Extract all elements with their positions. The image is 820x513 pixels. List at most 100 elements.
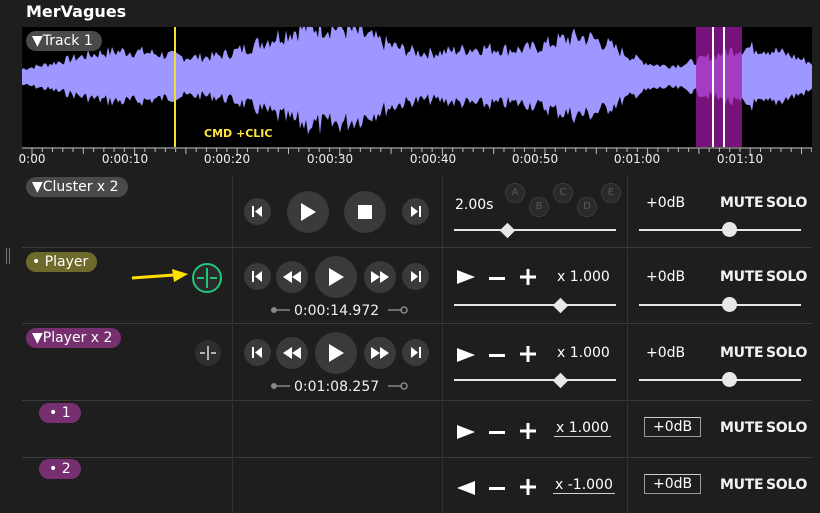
play-button[interactable] [315, 256, 357, 298]
speed-value[interactable]: x 1.000 [554, 420, 611, 437]
tick-label: 0:01:00 [613, 152, 661, 166]
rewind-button[interactable] [276, 337, 308, 369]
gain-value[interactable]: +0dB [644, 474, 702, 494]
grain-duration-slider[interactable] [454, 229, 616, 231]
gain-knob[interactable] [722, 222, 738, 237]
fast-forward-button[interactable] [364, 261, 396, 293]
speed-knob[interactable] [553, 297, 569, 314]
rewind-icon [283, 271, 301, 283]
gain-value: +0dB [646, 345, 686, 361]
gain-slider[interactable] [639, 229, 801, 231]
play-direction-button[interactable] [457, 478, 475, 498]
grain-duration-knob[interactable] [499, 222, 516, 239]
sub-player-1-row: • 1 x 1.000 +0dB MUTE SOLO [22, 402, 812, 458]
sub-player-2-row: • 2 x -1.000 +0dB MUTE SOLO [22, 459, 812, 513]
speed-slider[interactable] [454, 304, 616, 306]
skip-forward-button[interactable] [402, 339, 429, 366]
mute-button[interactable]: MUTE [720, 420, 764, 436]
tick-label: 0:00:40 [409, 152, 457, 166]
mute-button[interactable]: MUTE [720, 477, 764, 493]
plus-icon [520, 346, 536, 362]
fast-forward-button[interactable] [364, 337, 396, 369]
waveform-view[interactable]: ▼Track 1 CMD +CLIC [22, 27, 812, 147]
position-start-icon [271, 307, 290, 313]
skip-forward-button[interactable] [402, 263, 429, 290]
preset-b-button[interactable]: B [529, 197, 549, 217]
app-title: MerVagues [26, 2, 127, 21]
speed-value[interactable]: x -1.000 [553, 477, 615, 494]
sub-player-1-toggle[interactable]: • 1 [39, 403, 81, 423]
sub-player-2-toggle[interactable]: • 2 [39, 459, 81, 479]
rewind-icon [283, 347, 301, 359]
speed-knob[interactable] [553, 372, 569, 389]
stop-button[interactable] [344, 191, 386, 233]
player-group-toggle[interactable]: ▼Player x 2 [26, 328, 122, 348]
gain-slider[interactable] [639, 304, 801, 306]
player-toggle[interactable]: • Player [26, 252, 98, 272]
track-toggle[interactable]: ▼Track 1 [26, 31, 102, 51]
solo-button[interactable]: SOLO [766, 269, 807, 285]
speed-plus-button[interactable] [520, 268, 536, 288]
panel-resize-handle[interactable] [6, 248, 12, 264]
grain-duration-value: 2.00s [455, 197, 494, 213]
crosshair-icon [197, 268, 217, 288]
skip-back-icon [252, 206, 262, 217]
speed-plus-button[interactable] [520, 345, 536, 365]
skip-back-button[interactable] [244, 263, 271, 290]
play-direction-button[interactable] [457, 345, 475, 365]
skip-forward-icon [411, 206, 421, 217]
speed-plus-button[interactable] [520, 422, 536, 442]
preset-d-button[interactable]: D [577, 197, 597, 217]
plus-icon [520, 423, 536, 439]
crosshair-icon [200, 346, 216, 360]
tick-label: 0:01:10 [716, 152, 764, 166]
mute-button[interactable]: MUTE [720, 345, 764, 361]
tick-label: 0:00:50 [511, 152, 559, 166]
solo-button[interactable]: SOLO [766, 345, 807, 361]
rewind-button[interactable] [276, 261, 308, 293]
speed-plus-button[interactable] [520, 478, 536, 498]
skip-back-button[interactable] [244, 339, 271, 366]
crosshair-button[interactable] [192, 263, 222, 293]
play-direction-button[interactable] [457, 422, 475, 442]
solo-button[interactable]: SOLO [766, 195, 807, 211]
minus-icon [489, 354, 505, 357]
gain-value[interactable]: +0dB [644, 417, 702, 437]
speed-minus-button[interactable] [489, 345, 505, 365]
annotation-arrow [131, 269, 188, 282]
gain-slider[interactable] [639, 379, 801, 381]
speed-minus-button[interactable] [489, 422, 505, 442]
crosshair-button[interactable] [195, 340, 221, 366]
solo-button[interactable]: SOLO [766, 477, 807, 493]
preset-e-button[interactable]: E [601, 183, 621, 203]
preset-c-button[interactable]: C [553, 183, 573, 203]
speed-minus-button[interactable] [489, 478, 505, 498]
play-button[interactable] [287, 191, 329, 233]
position-end-icon [388, 382, 408, 390]
speed-value: x 1.000 [557, 269, 610, 285]
play-direction-button[interactable] [457, 267, 475, 287]
cluster-toggle[interactable]: ▼Cluster x 2 [26, 177, 128, 197]
skip-forward-button[interactable] [402, 198, 429, 225]
playback-time: 0:00:14.972 [294, 303, 380, 319]
preset-a-button[interactable]: A [505, 183, 525, 203]
player-group-row: ▼Player x 2 0:01:08.257 x 1.000 +0dB MUT… [22, 325, 812, 401]
solo-button[interactable]: SOLO [766, 420, 807, 436]
play-button[interactable] [315, 332, 357, 374]
mute-button[interactable]: MUTE [720, 195, 764, 211]
skip-back-button[interactable] [244, 198, 271, 225]
plus-icon [520, 269, 536, 285]
play-icon [301, 203, 316, 221]
speed-minus-button[interactable] [489, 268, 505, 288]
gain-knob[interactable] [722, 372, 738, 387]
mute-button[interactable]: MUTE [720, 269, 764, 285]
direction-forward-icon [457, 425, 475, 439]
play-icon [329, 268, 344, 286]
gain-knob[interactable] [722, 297, 738, 312]
cmd-click-hint: CMD +CLIC [204, 127, 273, 140]
tick-label: 0:00:20 [203, 152, 251, 166]
cluster-row: ▼Cluster x 2 2.00s A B C D E +0dB MUTE S… [22, 175, 812, 248]
speed-slider[interactable] [454, 379, 616, 381]
timeline-ruler[interactable]: 0:00 0:00:10 0:00:20 0:00:30 0:00:40 0:0… [19, 147, 812, 173]
skip-forward-icon [411, 347, 421, 358]
